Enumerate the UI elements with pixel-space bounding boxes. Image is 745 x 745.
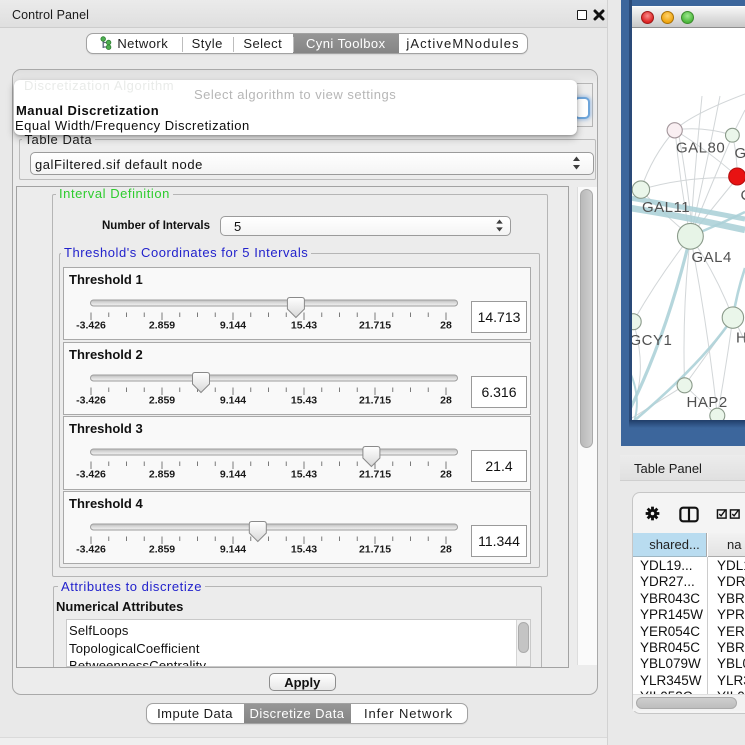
svg-text:GAL4: GAL4	[692, 249, 732, 266]
svg-text:GAL11: GAL11	[642, 199, 690, 216]
svg-text:21.715: 21.715	[359, 394, 391, 406]
svg-text:28: 28	[440, 469, 452, 481]
svg-text:2.859: 2.859	[149, 469, 175, 481]
svg-text:2.859: 2.859	[149, 544, 175, 556]
svg-text:GCY1: GCY1	[632, 332, 672, 349]
svg-text:9.144: 9.144	[220, 544, 246, 556]
svg-text:21.715: 21.715	[359, 544, 391, 556]
svg-text:C: C	[741, 187, 745, 204]
svg-text:15.43: 15.43	[291, 469, 317, 481]
svg-text:21.715: 21.715	[359, 320, 391, 332]
svg-text:H: H	[736, 330, 745, 347]
svg-text:15.43: 15.43	[291, 544, 317, 556]
svg-text:2.859: 2.859	[149, 320, 175, 332]
svg-text:-3.426: -3.426	[76, 394, 106, 406]
svg-text:2.859: 2.859	[149, 394, 175, 406]
svg-text:9.144: 9.144	[220, 469, 246, 481]
svg-text:21.715: 21.715	[359, 469, 391, 481]
svg-text:9.144: 9.144	[220, 394, 246, 406]
svg-text:9.144: 9.144	[220, 320, 246, 332]
svg-text:-3.426: -3.426	[76, 469, 106, 481]
svg-text:GAL80: GAL80	[676, 140, 725, 157]
svg-text:28: 28	[440, 544, 452, 556]
svg-text:28: 28	[440, 320, 452, 332]
svg-text:15.43: 15.43	[291, 394, 317, 406]
svg-text:HAP2: HAP2	[687, 394, 728, 411]
svg-text:15.43: 15.43	[291, 320, 317, 332]
svg-text:GA: GA	[735, 145, 745, 162]
svg-text:-3.426: -3.426	[76, 544, 106, 556]
svg-text:-3.426: -3.426	[76, 320, 106, 332]
svg-text:28: 28	[440, 394, 452, 406]
